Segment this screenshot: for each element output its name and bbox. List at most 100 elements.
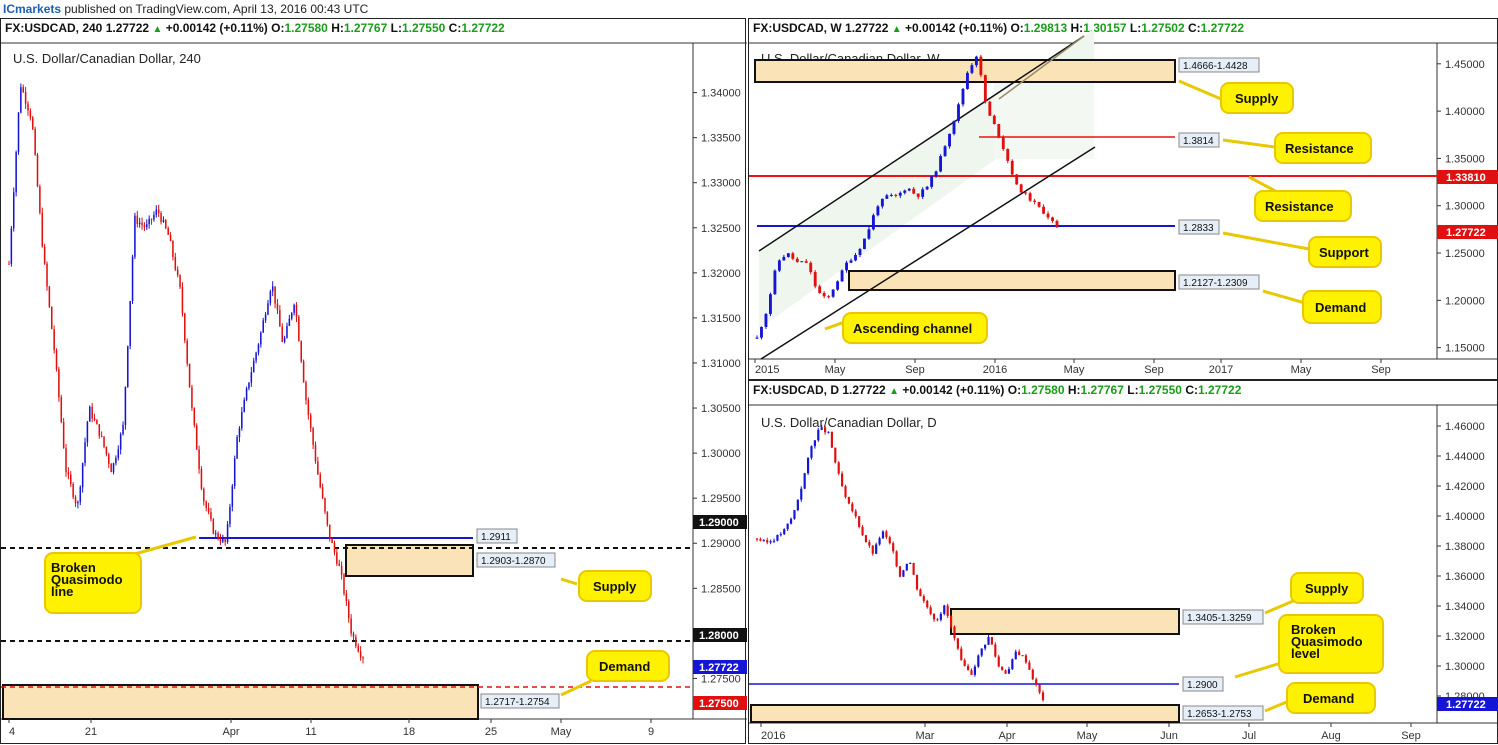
candle-body (93, 418, 96, 420)
candle-body (131, 256, 134, 302)
candle-body (146, 224, 148, 228)
candle-body (1004, 670, 1007, 674)
candle-body (791, 253, 795, 259)
candle-body (43, 246, 46, 264)
candle-body (357, 646, 360, 652)
h4-label-1291: 1.2911 (481, 532, 511, 543)
candle-body (77, 501, 79, 504)
candle-body (276, 303, 279, 311)
candle-body (298, 316, 300, 342)
candle-body (983, 75, 987, 102)
candle-body (1014, 651, 1017, 660)
candle-body (894, 194, 898, 196)
weekly-supply-zone (754, 59, 1176, 83)
price-axis-label: 1.29500 (701, 493, 741, 505)
weekly-chart-svg: 1.45000 1.40000 1.35000 1.30000 1.25000 1.200… (749, 29, 1498, 376)
candle-body (796, 499, 799, 511)
candle-body (184, 313, 186, 341)
price-axis-label: 1.40000 (1445, 106, 1485, 118)
weekly-label-demand: 1.2127-1.2309 (1183, 278, 1248, 289)
candle-body (831, 289, 835, 297)
candle-body (257, 344, 260, 353)
price-axis-label: 1.28500 (701, 583, 741, 595)
candle-body (867, 229, 871, 239)
candle-body (314, 444, 317, 462)
candle-body (136, 215, 139, 224)
candle-body (129, 301, 131, 346)
publisher-link[interactable]: ICmarkets (3, 2, 61, 16)
time-axis-label: 2015 (755, 364, 779, 376)
h4-chart-panel[interactable]: FX:USDCAD, 240 1.27722 ▲ +0.00142 (+0.11… (0, 18, 747, 744)
candle-body (1010, 160, 1014, 175)
candle-body (12, 192, 15, 229)
price-axis-label: 1.33500 (701, 133, 741, 145)
candle-body (238, 428, 241, 438)
candle-body (46, 263, 48, 287)
candle-body (824, 427, 827, 433)
candle-body (34, 129, 36, 155)
candle-body (134, 215, 136, 257)
candle-body (62, 421, 65, 449)
candle-body (858, 516, 861, 527)
candle-body (817, 429, 820, 441)
candle-body (907, 188, 911, 191)
candle-body (195, 425, 198, 450)
candle-body (885, 531, 888, 538)
daily-chart-panel[interactable]: FX:USDCAD, D 1.27722 ▲ +0.00142 (+0.11%)… (748, 380, 1498, 744)
candle-body (809, 262, 813, 273)
candle-body (250, 372, 253, 383)
candle-body (222, 538, 224, 542)
candle-body (70, 474, 72, 484)
candle-body (274, 286, 276, 304)
candle-body (1001, 666, 1004, 671)
candle-body (939, 156, 943, 172)
candle-body (845, 262, 848, 271)
weekly-demand-zone (848, 270, 1176, 291)
time-axis-label: 11 (305, 726, 316, 738)
candle-body (27, 103, 29, 111)
candle-body (793, 510, 796, 519)
candle-body (1018, 651, 1021, 656)
weekly-callout-res1-text: Resistance (1285, 141, 1354, 156)
price-axis-label: 1.38000 (1445, 541, 1485, 553)
candle-body (1028, 662, 1031, 670)
candle-body (193, 407, 196, 426)
price-axis-label: 1.31500 (701, 313, 741, 325)
candle-body (359, 651, 362, 658)
price-axis-label: 1.20000 (1445, 295, 1485, 307)
candle-body (333, 543, 336, 553)
time-axis-label: Jul (1242, 730, 1256, 742)
candle-body (974, 56, 978, 66)
candle-body (786, 523, 789, 530)
candle-body (889, 194, 893, 196)
time-axis-label: May (825, 364, 846, 376)
candle-body (236, 437, 238, 459)
candle-body (200, 469, 203, 489)
daily-demand-zone (750, 704, 1180, 723)
candle-body (912, 188, 916, 194)
candle-body (820, 427, 823, 430)
candle-body (925, 186, 929, 190)
candle-body (772, 540, 776, 542)
price-axis-label: 1.30000 (701, 448, 741, 460)
candle-body (252, 360, 255, 373)
candle-body (143, 224, 146, 228)
daily-tag-last: 1.27722 (1446, 699, 1486, 711)
h4-tag-last: 1.27722 (699, 662, 739, 674)
candle-body (881, 531, 885, 539)
price-axis-label: 1.31000 (701, 358, 741, 370)
candle-body (336, 552, 338, 564)
candle-body (176, 269, 179, 276)
candle-body (1033, 200, 1037, 202)
candle-body (84, 442, 86, 464)
candle-body (210, 512, 212, 520)
time-axis-label: Sep (1371, 364, 1391, 376)
candle-body (973, 666, 976, 675)
candle-body (760, 326, 763, 338)
candle-body (786, 253, 790, 257)
weekly-chart-panel[interactable]: FX:USDCAD, W 1.27722 ▲ +0.00142 (+0.11%)… (748, 18, 1498, 380)
candle-body (827, 296, 831, 298)
candle-body (755, 538, 759, 540)
price-axis-label: 1.40000 (1445, 511, 1485, 523)
candle-body (343, 574, 345, 594)
